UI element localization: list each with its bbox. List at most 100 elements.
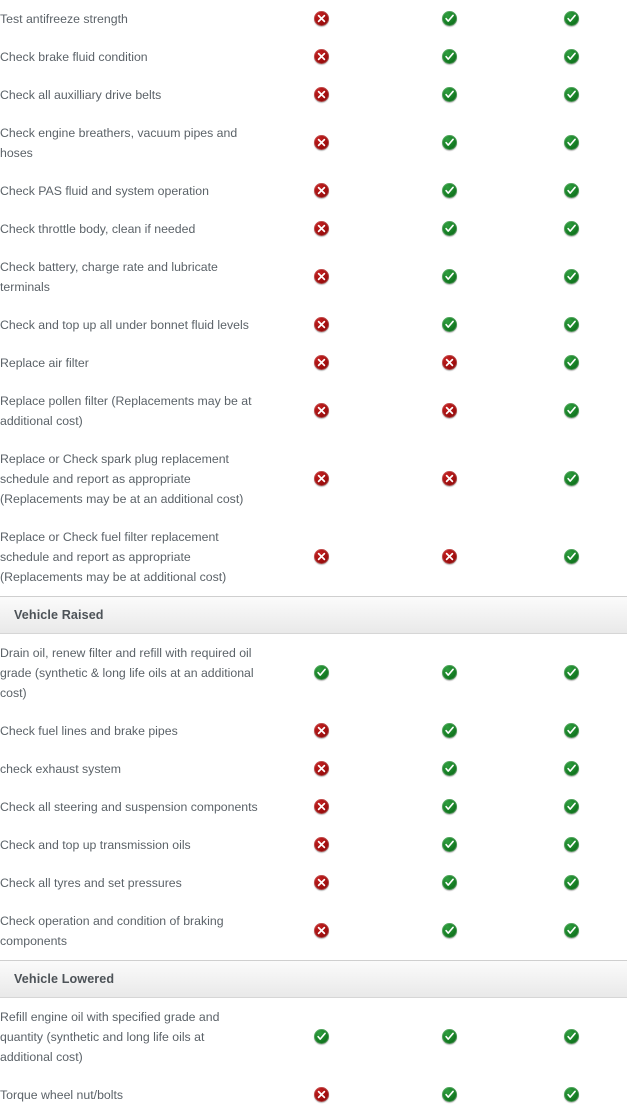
status-cell-plan-1: [260, 248, 382, 306]
status-cell-plan-2: [382, 518, 516, 596]
status-cell-plan-2: [382, 172, 516, 210]
check-circle-icon: [441, 837, 457, 853]
task-label: Check PAS fluid and system operation: [0, 184, 209, 198]
check-circle-icon: [564, 471, 579, 487]
task-label: Replace or Check fuel filter replacement…: [0, 530, 227, 584]
task-label: Replace air filter: [0, 356, 89, 370]
cross-circle-icon: [313, 723, 329, 739]
cross-circle-icon: [313, 837, 329, 853]
status-cell-plan-1: [260, 382, 382, 440]
status-cell-plan-3: [516, 344, 627, 382]
check-circle-icon: [564, 723, 579, 739]
status-cell-plan-1: [260, 998, 382, 1076]
status-cell-plan-2: [382, 440, 516, 518]
cross-circle-icon: [313, 317, 329, 333]
check-circle-icon: [441, 317, 457, 333]
task-label: Check throttle body, clean if needed: [0, 222, 196, 236]
status-cell-plan-2: [382, 826, 516, 864]
status-cell-plan-2: [382, 114, 516, 172]
check-circle-icon: [564, 799, 579, 815]
check-circle-icon: [441, 665, 457, 681]
check-circle-icon: [564, 549, 579, 565]
check-circle-icon: [564, 135, 579, 151]
cross-circle-icon: [313, 471, 329, 487]
status-cell-plan-3: [516, 440, 627, 518]
check-circle-icon: [441, 1029, 457, 1045]
service-schedule-table: Test antifreeze strength Check brake flui…: [0, 0, 627, 1114]
status-cell-plan-3: [516, 0, 627, 38]
status-cell-plan-2: [382, 902, 516, 960]
status-cell-plan-1: [260, 712, 382, 750]
task-label: Check and top up transmission oils: [0, 838, 191, 852]
status-cell-plan-1: [260, 172, 382, 210]
task-label: Check brake fluid condition: [0, 50, 148, 64]
check-circle-icon: [441, 49, 457, 65]
table-row: Check all tyres and set pressures: [0, 864, 627, 902]
check-circle-icon: [441, 87, 457, 103]
status-cell-plan-2: [382, 634, 516, 712]
table-row: Check operation and condition of braking…: [0, 902, 627, 960]
check-circle-icon: [564, 87, 579, 103]
status-cell-plan-2: [382, 0, 516, 38]
table-row: Check and top up all under bonnet fluid …: [0, 306, 627, 344]
check-circle-icon: [441, 761, 457, 777]
task-label: Replace pollen filter (Replacements may …: [0, 394, 252, 428]
cross-circle-icon: [313, 135, 329, 151]
cross-circle-icon: [313, 183, 329, 199]
status-cell-plan-3: [516, 712, 627, 750]
check-circle-icon: [313, 1029, 329, 1045]
section-header-row: Vehicle Raised: [0, 596, 627, 634]
status-cell-plan-2: [382, 712, 516, 750]
task-label: Check all auxilliary drive belts: [0, 88, 162, 102]
section-header-vehicle-lowered: Vehicle Lowered: [0, 960, 627, 998]
check-circle-icon: [564, 183, 579, 199]
task-label: Check and top up all under bonnet fluid …: [0, 318, 249, 332]
status-cell-plan-1: [260, 440, 382, 518]
table-row: Replace pollen filter (Replacements may …: [0, 382, 627, 440]
check-circle-icon: [564, 355, 579, 371]
check-circle-icon: [441, 723, 457, 739]
task-label: Check battery, charge rate and lubricate…: [0, 260, 218, 294]
section-header-vehicle-raised: Vehicle Raised: [0, 596, 627, 634]
status-cell-plan-3: [516, 306, 627, 344]
status-cell-plan-1: [260, 306, 382, 344]
check-circle-icon: [564, 221, 579, 237]
table-row: Replace or Check fuel filter replacement…: [0, 518, 627, 596]
cross-circle-icon: [313, 403, 329, 419]
status-cell-plan-3: [516, 864, 627, 902]
status-cell-plan-3: [516, 750, 627, 788]
cross-circle-icon: [313, 87, 329, 103]
cross-circle-icon: [313, 549, 329, 565]
status-cell-plan-1: [260, 826, 382, 864]
table-row: Replace or Check spark plug replacement …: [0, 440, 627, 518]
status-cell-plan-3: [516, 518, 627, 596]
task-label: Drain oil, renew filter and refill with …: [0, 646, 254, 700]
task-label: Check operation and condition of braking…: [0, 914, 224, 948]
status-cell-plan-3: [516, 902, 627, 960]
check-circle-icon: [441, 11, 457, 27]
check-circle-icon: [564, 269, 579, 285]
task-label: Replace or Check spark plug replacement …: [0, 452, 244, 506]
table-row: Check all steering and suspension compon…: [0, 788, 627, 826]
check-circle-icon: [564, 761, 579, 777]
status-cell-plan-1: [260, 788, 382, 826]
status-cell-plan-3: [516, 998, 627, 1076]
check-circle-icon: [564, 403, 579, 419]
task-label: Test antifreeze strength: [0, 12, 128, 26]
cross-circle-icon: [313, 761, 329, 777]
check-circle-icon: [441, 799, 457, 815]
status-cell-plan-1: [260, 864, 382, 902]
cross-circle-icon: [313, 799, 329, 815]
status-cell-plan-2: [382, 998, 516, 1076]
status-cell-plan-3: [516, 382, 627, 440]
status-cell-plan-2: [382, 306, 516, 344]
table-row: check exhaust system: [0, 750, 627, 788]
check-circle-icon: [564, 11, 579, 27]
check-circle-icon: [441, 183, 457, 199]
check-circle-icon: [564, 1087, 579, 1103]
check-circle-icon: [441, 269, 457, 285]
task-label: Check all tyres and set pressures: [0, 876, 182, 890]
table-row: Refill engine oil with specified grade a…: [0, 998, 627, 1076]
check-circle-icon: [564, 923, 579, 939]
status-cell-plan-3: [516, 210, 627, 248]
